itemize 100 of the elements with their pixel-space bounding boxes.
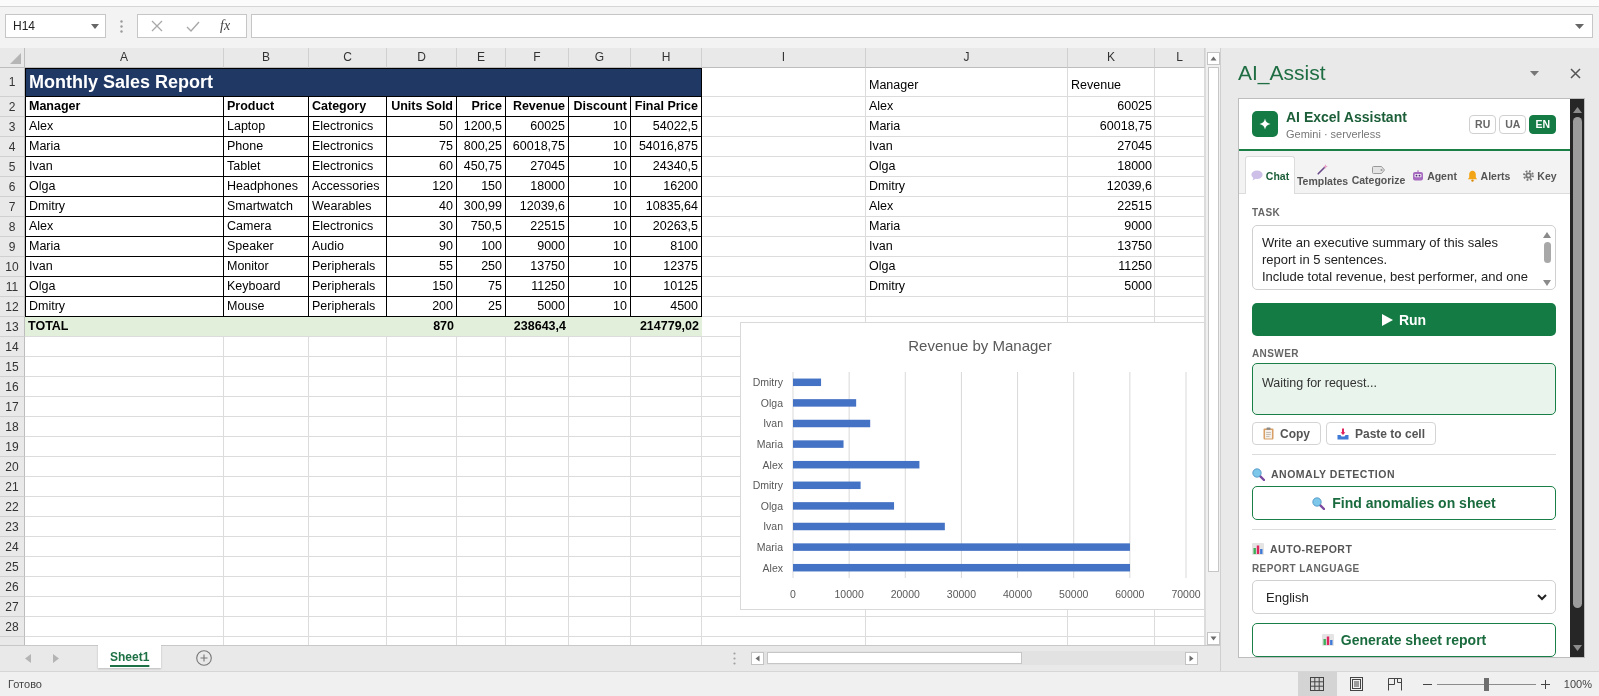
category-label: Olga <box>760 396 783 409</box>
scroll-thumb[interactable] <box>1543 242 1551 263</box>
row-header[interactable]: 23 <box>0 517 25 537</box>
scroll-down-icon[interactable] <box>1543 280 1551 286</box>
row-header[interactable]: 22 <box>0 497 25 517</box>
insert-function-button[interactable]: fx <box>220 18 231 34</box>
column-header[interactable]: F <box>506 48 569 68</box>
row-header[interactable]: 8 <box>0 217 25 237</box>
plus-circle-icon[interactable] <box>196 650 213 666</box>
caret-down-icon[interactable] <box>1575 23 1584 29</box>
minus-icon[interactable] <box>1422 683 1432 685</box>
column-header[interactable]: E <box>457 48 506 68</box>
row-header[interactable]: 1 <box>0 68 25 97</box>
scroll-down-icon[interactable] <box>1206 632 1220 645</box>
formula-field[interactable] <box>251 14 1593 38</box>
table-cell: 55 <box>387 257 457 277</box>
close-icon[interactable] <box>1570 67 1581 79</box>
row-header[interactable]: 2 <box>0 97 25 117</box>
caret-down-icon[interactable] <box>91 23 99 29</box>
task-input[interactable]: Write an executive summary of this sales report in 5 sentences. Include total revenue, best performer, and one <box>1252 225 1556 290</box>
scroll-up-icon[interactable] <box>1573 107 1582 113</box>
vertical-scrollbar[interactable] <box>1205 48 1220 645</box>
scroll-right-icon[interactable] <box>1185 651 1198 665</box>
tab[interactable]: Key <box>1515 156 1565 194</box>
row-header[interactable]: 9 <box>0 237 25 257</box>
panel-scrollbar[interactable] <box>1570 99 1584 657</box>
row-header[interactable]: 11 <box>0 277 25 297</box>
row-header[interactable]: 5 <box>0 157 25 177</box>
scrollbar[interactable] <box>1542 232 1552 286</box>
row-header[interactable]: 20 <box>0 457 25 477</box>
row-header[interactable]: 14 <box>0 337 25 357</box>
view-button[interactable] <box>1297 672 1337 696</box>
sheet-tab[interactable]: Sheet1 <box>98 645 162 668</box>
scroll-thumb[interactable] <box>767 652 1022 664</box>
scroll-up-icon[interactable] <box>1206 52 1220 65</box>
column-header[interactable]: J <box>866 48 1068 68</box>
column-heading: Revenue <box>506 97 569 117</box>
row-header[interactable]: 25 <box>0 557 25 577</box>
scroll-thumb[interactable] <box>1573 117 1582 608</box>
row-header[interactable]: 18 <box>0 417 25 437</box>
row-header[interactable]: 10 <box>0 257 25 277</box>
column-header[interactable]: C <box>309 48 387 68</box>
table-cell: 60018,75 <box>506 137 569 157</box>
table-cell-text: 9000 <box>1123 218 1153 235</box>
row-header[interactable]: 7 <box>0 197 25 217</box>
column-header[interactable]: B <box>224 48 309 68</box>
row-header[interactable]: 27 <box>0 597 25 617</box>
row-header[interactable]: 21 <box>0 477 25 497</box>
table-cell: 8100 <box>631 237 702 257</box>
cancel-icon[interactable] <box>151 20 163 32</box>
name-box[interactable]: H14 <box>5 14 106 38</box>
tab[interactable]: Categorize <box>1350 156 1407 194</box>
row-header[interactable]: 28 <box>0 617 25 637</box>
tab[interactable]: Agent <box>1407 156 1462 194</box>
find-anomalies-button[interactable]: Find anomalies on sheet <box>1252 486 1556 520</box>
row-header[interactable]: 24 <box>0 537 25 557</box>
language-button[interactable]: RU <box>1469 114 1497 134</box>
row-header[interactable]: 12 <box>0 297 25 317</box>
row-header[interactable]: 26 <box>0 577 25 597</box>
language-button[interactable]: EN <box>1529 114 1556 134</box>
run-button[interactable]: Run <box>1252 303 1556 336</box>
column-header[interactable]: D <box>387 48 457 68</box>
row-header[interactable]: 17 <box>0 397 25 417</box>
row-header[interactable]: 6 <box>0 177 25 197</box>
generate-report-button[interactable]: Generate sheet report <box>1252 623 1556 657</box>
caret-down-icon[interactable] <box>1530 70 1539 76</box>
row-header[interactable]: 13 <box>0 317 25 337</box>
table-cell: Audio <box>309 237 387 257</box>
column-header[interactable]: I <box>702 48 866 68</box>
table-cell: 30 <box>387 217 457 237</box>
plus-icon[interactable] <box>1540 679 1550 689</box>
tab[interactable]: Chat <box>1245 156 1295 194</box>
row-header[interactable]: 19 <box>0 437 25 457</box>
horizontal-scrollbar[interactable] <box>751 651 1198 665</box>
column-header[interactable]: H <box>631 48 702 68</box>
row-header[interactable]: 3 <box>0 117 25 137</box>
tab[interactable]: Templates <box>1295 156 1350 194</box>
tab[interactable]: Alerts <box>1462 156 1515 194</box>
column-header[interactable]: G <box>569 48 631 68</box>
grip-dots-icon[interactable] <box>120 20 123 33</box>
column-header[interactable]: K <box>1068 48 1155 68</box>
scroll-thumb[interactable] <box>1207 67 1219 572</box>
row-header[interactable]: 16 <box>0 377 25 397</box>
action-button[interactable]: Paste to cell <box>1326 422 1437 445</box>
scroll-left-icon[interactable] <box>751 651 764 665</box>
scroll-down-icon[interactable] <box>1573 645 1582 651</box>
scroll-up-icon[interactable] <box>1543 232 1551 238</box>
action-button[interactable]: Copy <box>1252 422 1321 445</box>
table-cell: 13750 <box>506 257 569 277</box>
language-button[interactable]: UA <box>1499 114 1527 134</box>
slider-thumb[interactable] <box>1483 677 1489 691</box>
play-icon <box>1381 313 1393 326</box>
check-icon[interactable] <box>186 20 200 32</box>
row-header[interactable]: 4 <box>0 137 25 157</box>
column-header[interactable]: A <box>25 48 224 68</box>
language-select[interactable]: English <box>1252 580 1556 614</box>
table-cell: 450,75 <box>457 157 506 177</box>
row-header[interactable]: 15 <box>0 357 25 377</box>
column-header[interactable]: L <box>1155 48 1205 68</box>
grip-dots-icon[interactable] <box>733 652 736 665</box>
